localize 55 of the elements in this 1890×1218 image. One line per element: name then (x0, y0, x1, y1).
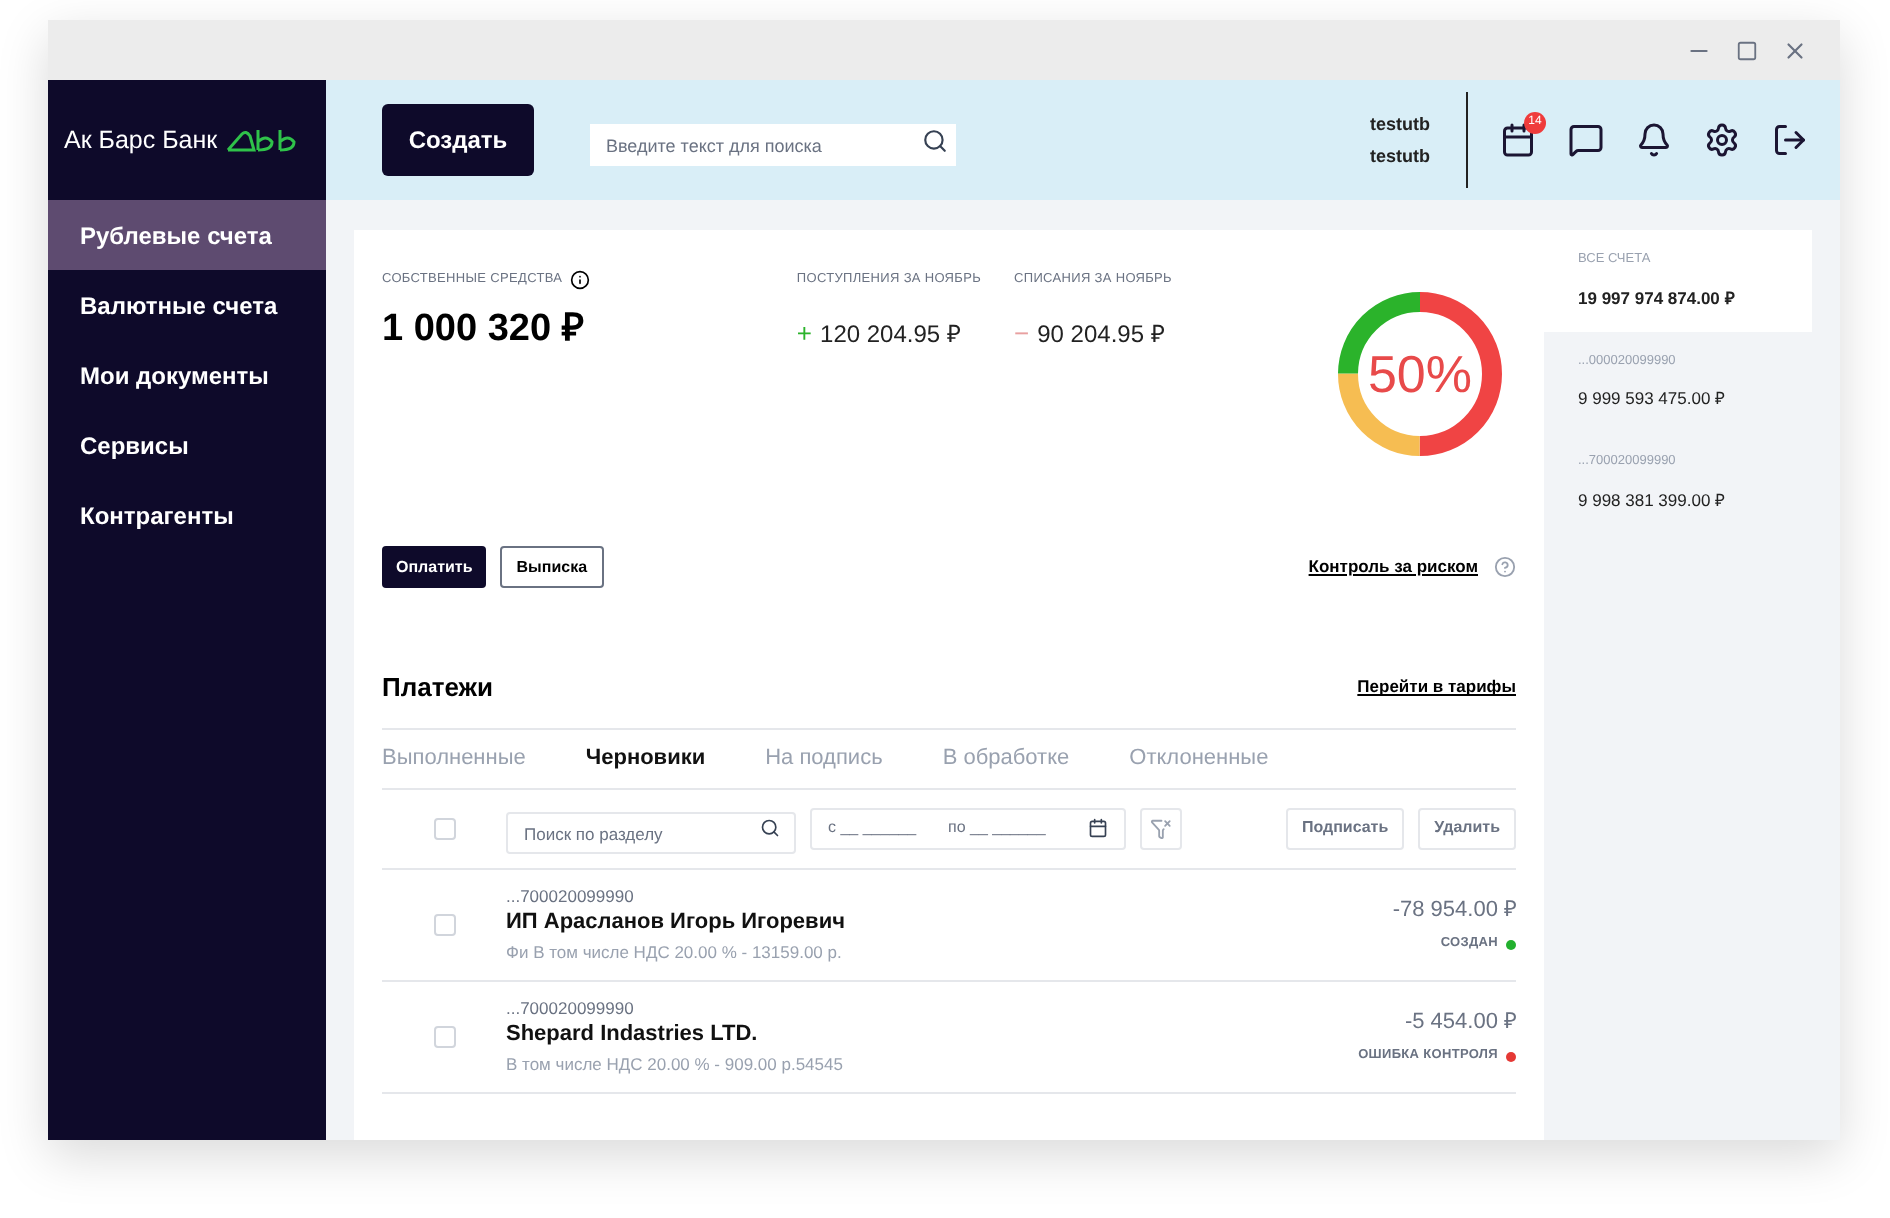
search-icon[interactable] (922, 127, 948, 153)
minus-sign: − (1014, 315, 1030, 352)
income-value: 120 204.95 ₽ (820, 317, 961, 351)
checkbox[interactable] (433, 817, 455, 839)
payee-name: ИП Арасланов Игорь Игоревич (506, 910, 845, 938)
maximize-icon[interactable] (1736, 39, 1758, 61)
sidebar-item[interactable]: Сервисы (48, 410, 326, 480)
user-name: testutb (1370, 144, 1430, 170)
delete-button[interactable]: Удалить (1418, 807, 1516, 849)
sidebar-item[interactable]: Контрагенты (48, 480, 326, 550)
account-balance: 9 998 381 399.00 ₽ (1578, 487, 1728, 513)
sidebar-item[interactable]: Валютные счета (48, 270, 326, 340)
payment-amount: -78 954.00 ₽ (1392, 895, 1516, 926)
search-icon[interactable] (760, 817, 780, 837)
bell-icon[interactable] (1636, 122, 1672, 158)
calendar-icon[interactable] (1500, 122, 1536, 158)
create-button[interactable]: Создать (382, 104, 534, 176)
payee-name: Shepard Indastries LTD. (506, 1022, 760, 1050)
risk-percent: 50% (1365, 341, 1475, 407)
pay-button[interactable]: Оплатить (382, 546, 487, 588)
sign-button[interactable]: Подписать (1285, 807, 1405, 849)
calendar-icon[interactable] (1088, 818, 1108, 838)
logout-icon[interactable] (1772, 122, 1808, 158)
info-icon[interactable] (570, 270, 591, 290)
payment-details: В том числе НДС 20.00 % - 909.00 р.54545 (506, 1053, 843, 1075)
section-search-field[interactable]: Поиск по разделу (506, 812, 796, 854)
risk-control-link[interactable]: Контроль за риском (1308, 554, 1478, 580)
chat-icon[interactable] (1568, 122, 1604, 158)
settings-icon[interactable] (1704, 122, 1740, 158)
account-number: ...700020099990 (506, 997, 636, 1019)
date-to-input[interactable]: по __ ______ (948, 816, 1084, 840)
checkbox[interactable] (433, 913, 455, 935)
account-balance: 9 999 593 475.00 ₽ (1578, 386, 1728, 412)
plus-sign: + (796, 315, 813, 352)
user-name: testutb (1370, 112, 1430, 138)
help-icon[interactable] (1494, 556, 1516, 578)
account-balance: 19 997 974 874.00 ₽ (1578, 285, 1737, 311)
filter-clear-icon (1150, 817, 1172, 839)
date-from-input[interactable]: с __ ______ (812, 816, 948, 840)
logo-text: Ак Барс Банк (64, 123, 218, 158)
payments-title: Платежи (382, 670, 493, 706)
sidebar-item[interactable]: Мои документы (48, 340, 326, 410)
statement-button[interactable]: Выписка (500, 546, 604, 588)
account-number: ...700020099990 (506, 885, 636, 907)
close-icon[interactable] (1782, 37, 1808, 63)
search-field[interactable]: Введите текст для поиска (590, 124, 956, 166)
tariffs-link[interactable]: Перейти в тарифы (1357, 674, 1516, 701)
expense-value: 90 204.95 ₽ (1037, 317, 1165, 351)
clear-filter-button[interactable] (1140, 807, 1182, 849)
payment-details: Фи В том числе НДС 20.00 % - 13159.00 р. (506, 941, 844, 963)
payment-amount: -5 454.00 ₽ (1404, 1007, 1516, 1038)
own-funds-value: 1 000 320 ₽ (382, 306, 586, 354)
payments-tab[interactable]: Черновики (585, 741, 706, 775)
checkbox[interactable] (433, 1025, 455, 1047)
sidebar-item[interactable]: Рублевые счета (48, 200, 326, 270)
